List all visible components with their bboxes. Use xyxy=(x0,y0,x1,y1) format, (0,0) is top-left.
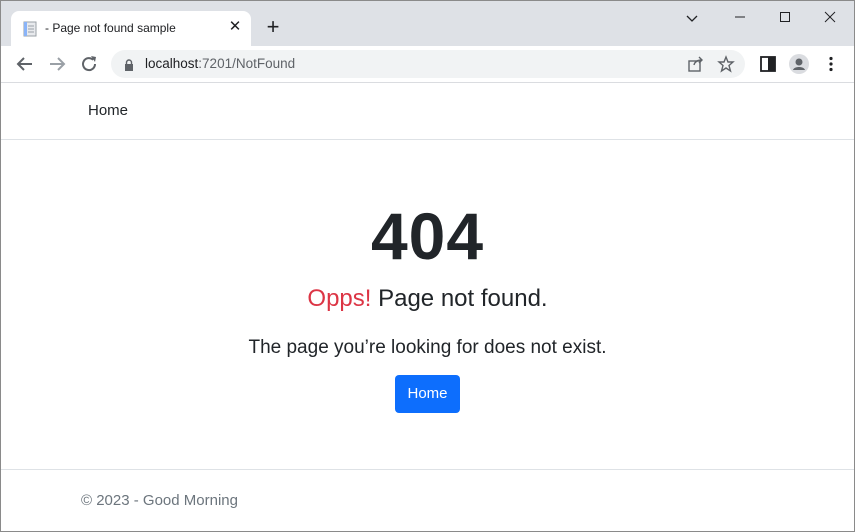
bookmark-star-icon[interactable] xyxy=(717,55,735,73)
profile-avatar-icon[interactable] xyxy=(789,54,809,74)
error-subtitle: Opps! Page not found. xyxy=(1,285,854,313)
site-footer: © 2023 - Good Morning xyxy=(1,469,854,531)
title-bar: - Page not found sample ✕ + xyxy=(1,1,854,46)
minimize-icon[interactable] xyxy=(725,7,755,29)
maximize-icon[interactable] xyxy=(770,7,800,29)
site-navbar: Home xyxy=(1,83,854,140)
tab-title: - Page not found sample xyxy=(45,21,176,35)
url-host: localhost xyxy=(145,56,199,71)
error-code: 404 xyxy=(370,199,485,273)
browser-tab[interactable]: - Page not found sample ✕ xyxy=(11,11,251,46)
tab-search-icon[interactable] xyxy=(677,7,707,29)
url-text[interactable]: localhost:7201/NotFound xyxy=(145,56,295,71)
close-tab-icon[interactable]: ✕ xyxy=(227,19,243,35)
share-icon[interactable] xyxy=(687,55,705,73)
url-path: :7201/NotFound xyxy=(198,56,296,71)
back-icon[interactable] xyxy=(13,52,37,76)
window-close-icon[interactable] xyxy=(815,7,845,29)
new-tab-icon[interactable]: + xyxy=(263,16,283,38)
footer-copyright: © 2023 - Good Morning xyxy=(81,492,238,509)
nav-home-link[interactable]: Home xyxy=(88,102,128,119)
browser-window: - Page not found sample ✕ + localhost:72… xyxy=(0,0,855,532)
not-found-text: Page not found. xyxy=(371,285,548,312)
reload-icon[interactable] xyxy=(77,52,101,76)
side-panel-icon[interactable] xyxy=(758,54,778,74)
error-description: The page you’re looking for does not exi… xyxy=(248,337,607,358)
home-button[interactable]: Home xyxy=(395,375,460,413)
page-icon xyxy=(23,21,37,37)
address-bar[interactable]: localhost:7201/NotFound xyxy=(111,50,745,78)
page-viewport: Home 404 Opps! Page not found. The page … xyxy=(1,83,854,531)
not-found-content: 404 Opps! Page not found. The page you’r… xyxy=(1,203,854,413)
opps-text: Opps! xyxy=(307,285,372,312)
lock-icon[interactable] xyxy=(123,58,135,71)
browser-toolbar: localhost:7201/NotFound xyxy=(1,46,854,83)
forward-icon[interactable] xyxy=(45,52,69,76)
more-menu-icon[interactable] xyxy=(821,54,841,74)
